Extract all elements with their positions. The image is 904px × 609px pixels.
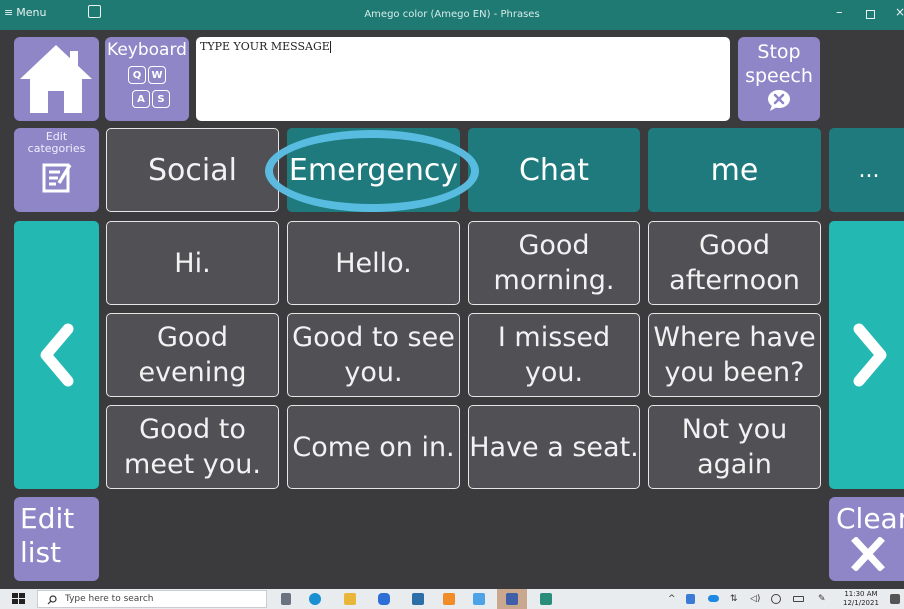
key-a-icon: A	[132, 90, 150, 108]
phrase-button[interactable]: Good to see you.	[287, 313, 460, 397]
phrase-button[interactable]: Good evening	[106, 313, 279, 397]
phrase-line: Hello.	[335, 247, 412, 279]
phrase-line: Where have	[653, 322, 816, 353]
stop-speech-button[interactable]: Stop speech	[738, 37, 820, 121]
keyboard-label: Keyboard	[107, 40, 187, 60]
app-icon-blue[interactable]	[473, 593, 485, 605]
phrase-line: you.	[524, 357, 584, 388]
text-cursor	[329, 41, 331, 53]
category-social[interactable]: Social	[106, 128, 279, 212]
phrase-button[interactable]: Good afternoon	[648, 221, 821, 305]
network-icon[interactable]: ⇅	[730, 594, 738, 604]
phrase-button[interactable]: Where have you been?	[648, 313, 821, 397]
maximize-button[interactable]	[866, 10, 875, 19]
amego-icon[interactable]	[540, 593, 552, 605]
notifications-icon[interactable]	[890, 594, 900, 604]
stop-speech-icon	[768, 90, 790, 111]
title-bar: ≡ Menu Amego color (Amego EN) - Phrases …	[0, 0, 904, 30]
app-icon-orange[interactable]	[443, 593, 455, 605]
teams-icon[interactable]	[506, 593, 518, 605]
key-q-icon: Q	[128, 66, 146, 84]
phrase-line: afternoon	[669, 265, 800, 296]
phrase-line: evening	[138, 357, 247, 388]
edit-categories-button[interactable]: Edit categories	[14, 128, 99, 212]
phrase-line: you been?	[664, 357, 805, 388]
keyboard-button[interactable]: Keyboard Q W A S	[105, 37, 189, 121]
clear-label: Clear	[836, 502, 904, 535]
edit-note-icon	[42, 163, 71, 193]
phrase-line: Good to	[139, 414, 246, 445]
onenote-icon[interactable]	[412, 593, 424, 605]
message-text: TYPE YOUR MESSAGE	[200, 40, 330, 53]
close-button[interactable]: ×	[895, 5, 904, 19]
language-icon[interactable]	[771, 594, 781, 604]
phrase-line: Good	[518, 230, 590, 261]
clear-x-icon	[851, 536, 885, 572]
phrase-button[interactable]: Hi.	[106, 221, 279, 305]
phrase-line: Come on in.	[292, 431, 455, 463]
phrase-line: again	[697, 449, 772, 480]
phrase-button[interactable]: Good to meet you.	[106, 405, 279, 489]
home-icon	[20, 45, 92, 113]
phrase-line: meet you.	[124, 449, 261, 480]
edit-list-label-1: Edit	[20, 502, 75, 535]
chevron-right-icon	[853, 323, 887, 387]
next-page-button[interactable]	[829, 221, 904, 489]
volume-icon[interactable]: ◁)	[750, 594, 760, 604]
app-window: ≡ Menu Amego color (Amego EN) - Phrases …	[0, 0, 904, 609]
phrase-button[interactable]: Come on in.	[287, 405, 460, 489]
phrase-line: you.	[344, 357, 403, 388]
edit-list-button[interactable]: Edit list	[14, 497, 99, 581]
category-me[interactable]: me	[648, 128, 821, 212]
edge-icon[interactable]	[309, 593, 321, 605]
previous-page-button[interactable]	[14, 221, 99, 489]
pen-icon[interactable]: ✎	[818, 594, 826, 604]
tray-chevron-icon[interactable]: ^	[668, 594, 676, 604]
category-more[interactable]: ...	[829, 128, 904, 212]
clock-time: 11:30 AM	[844, 590, 878, 598]
file-explorer-icon[interactable]	[344, 593, 356, 605]
key-w-icon: W	[148, 66, 166, 84]
phrase-line: Have a seat.	[469, 431, 639, 463]
phrase-line: morning.	[493, 265, 615, 296]
chevron-left-icon	[40, 323, 74, 387]
windows-start-icon[interactable]	[12, 593, 26, 605]
window-title: Amego color (Amego EN) - Phrases	[364, 9, 540, 20]
clock-date: 12/1/2021	[843, 599, 879, 607]
tray-app-icon[interactable]	[686, 594, 695, 604]
onedrive-icon[interactable]	[708, 595, 719, 602]
clock[interactable]: 11:30 AM 12/1/2021	[843, 590, 879, 608]
phrase-line: Good	[156, 322, 229, 353]
phrase-button[interactable]: Have a seat.	[468, 405, 640, 489]
search-icon	[47, 595, 57, 605]
phrase-line: Hi.	[174, 247, 211, 279]
minimize-button[interactable]: –	[836, 5, 843, 20]
phrase-line: Good	[698, 230, 771, 261]
edit-categories-label-2: categories	[27, 142, 86, 155]
phrase-button[interactable]: I missed you.	[468, 313, 640, 397]
phrase-line: Not you	[681, 414, 788, 445]
stop-label: Stop	[757, 41, 801, 63]
phrase-line: Good to see	[292, 322, 455, 353]
taskbar: Type here to search ^ ⇅ ◁) ✎ 11:30 AM 12…	[0, 589, 904, 609]
category-chat[interactable]: Chat	[468, 128, 640, 212]
zoom-icon[interactable]	[378, 593, 390, 605]
taskbar-search-input[interactable]: Type here to search	[37, 590, 267, 608]
home-button[interactable]	[14, 37, 99, 121]
message-input[interactable]: TYPE YOUR MESSAGE	[196, 37, 730, 121]
phrase-line: I missed	[497, 322, 611, 353]
speech-label: speech	[745, 65, 813, 87]
search-placeholder: Type here to search	[65, 594, 154, 604]
battery-icon	[793, 596, 804, 602]
edit-list-label-2: list	[20, 536, 62, 569]
highlight-circle	[265, 130, 479, 212]
task-view-icon[interactable]	[281, 593, 291, 605]
key-s-icon: S	[152, 90, 170, 108]
clear-button[interactable]: Clear	[829, 497, 904, 581]
phrase-button[interactable]: Good morning.	[468, 221, 640, 305]
phrase-button[interactable]: Hello.	[287, 221, 460, 305]
phrase-button[interactable]: Not you again	[648, 405, 821, 489]
